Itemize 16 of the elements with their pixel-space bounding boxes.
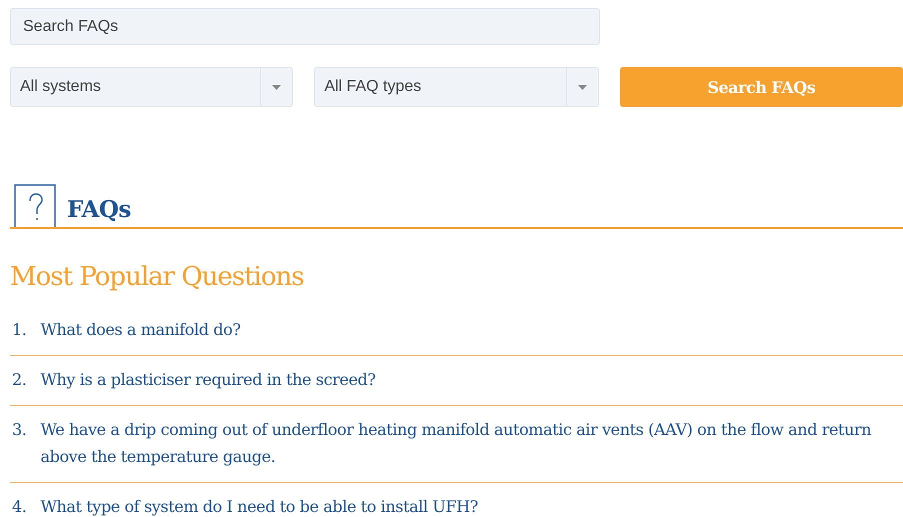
filter-dropdown[interactable]: All systems — [10, 67, 294, 107]
question-link[interactable]: What does a manifold do? — [40, 316, 241, 343]
question-number: 2. — [12, 369, 26, 391]
question-number: 1. — [12, 319, 26, 341]
question-link[interactable]: We have a drip coming out of underfloor heating manifold automatic air vents (AAV) on the flow and return above the temperature gauge. — [40, 416, 903, 470]
caret-icon — [578, 84, 587, 90]
question-link[interactable]: What type of system do I need to be able to install UFH? — [40, 493, 478, 517]
popular-heading: Most Popular Questions — [10, 262, 305, 292]
filter-dropdown[interactable]: All FAQ types — [314, 67, 599, 107]
question-number: 3. — [12, 419, 26, 441]
question-icon — [14, 184, 57, 227]
caret-icon — [272, 84, 282, 90]
section-title: FAQs — [67, 196, 131, 223]
search-field[interactable]: Search FAQs — [10, 8, 600, 45]
question-link[interactable]: Why is a plasticiser required in the screed? — [40, 366, 376, 393]
question-number: 4. — [12, 496, 26, 517]
